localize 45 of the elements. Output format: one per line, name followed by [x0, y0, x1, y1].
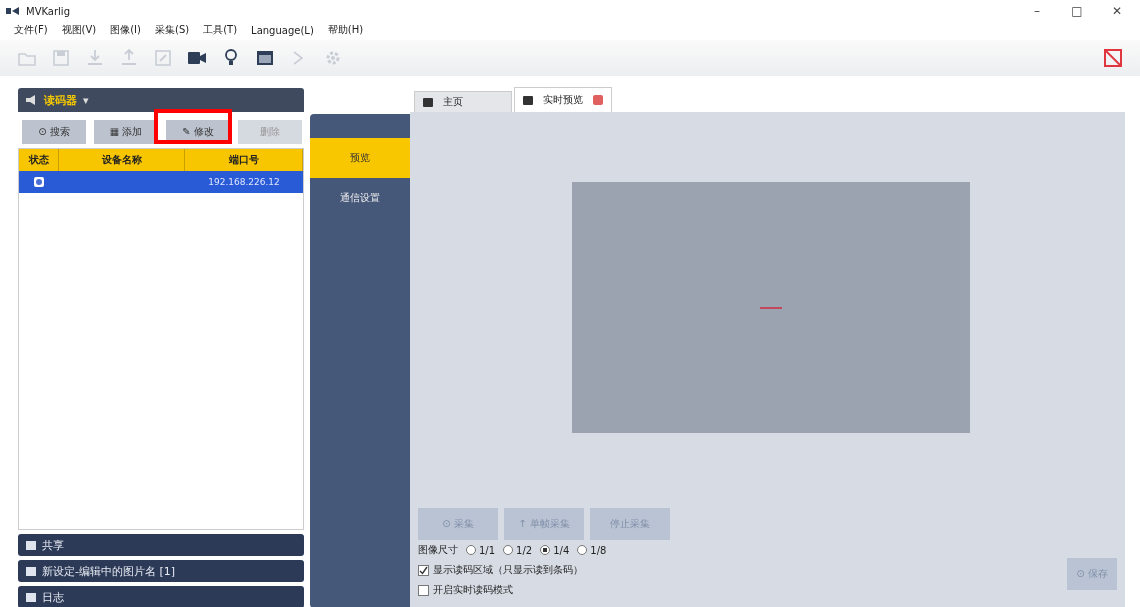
- section-header[interactable]: 日志: [18, 586, 304, 607]
- panel-icon: [26, 592, 36, 602]
- table-cell-text: 192.168.226.12: [207, 176, 281, 189]
- menu-item[interactable]: Language(L): [251, 24, 314, 36]
- window-control[interactable]: ✕: [1100, 4, 1134, 18]
- device-row[interactable]: 192.168.226.12: [19, 171, 303, 193]
- caret-icon[interactable]: ▾: [83, 93, 89, 107]
- panel-icon: [26, 566, 36, 576]
- section-title: 日志: [42, 589, 64, 605]
- tab-label: 主页: [443, 95, 463, 109]
- tab[interactable]: 实时预览: [514, 87, 612, 112]
- section-title: 新设定-编辑中的图片名 [1]: [42, 563, 176, 579]
- checkbox[interactable]: 开启实时读码模式: [418, 580, 670, 600]
- menu-item[interactable]: 视图(V): [61, 23, 97, 37]
- tab-label: 实时预览: [543, 93, 583, 107]
- panel-icon: [26, 540, 36, 550]
- device-icon: [33, 176, 45, 188]
- panel-title: 读码器: [44, 92, 77, 108]
- window-control[interactable]: □: [1060, 4, 1094, 18]
- connection-error-icon[interactable]: [1102, 47, 1124, 69]
- section-header[interactable]: 新设定-编辑中的图片名 [1]: [18, 560, 304, 582]
- speaker-icon: [26, 95, 38, 105]
- window-control[interactable]: –: [1020, 4, 1054, 18]
- app-logo-icon: [6, 6, 20, 16]
- radio-button[interactable]: 1/8: [577, 544, 607, 556]
- window-title: MVKarlig: [26, 5, 70, 17]
- section-title: 共享: [42, 537, 64, 553]
- radio-button[interactable]: 1/1: [466, 544, 496, 556]
- field-label: 图像尺寸: [418, 543, 458, 557]
- menu-item[interactable]: 采集(S): [155, 23, 190, 37]
- checkbox[interactable]: 显示读码区域（只显示读到条码）: [418, 560, 670, 580]
- section-header[interactable]: 共享: [18, 534, 304, 556]
- check-icon: [419, 565, 428, 575]
- menu-item[interactable]: 图像(I): [110, 23, 141, 37]
- close-icon[interactable]: [593, 95, 603, 105]
- menu-item[interactable]: 文件(F): [14, 23, 48, 37]
- toolbar-button[interactable]: ⊙ 搜索: [22, 120, 86, 144]
- panel-header[interactable]: 读码器 ▾: [18, 88, 304, 112]
- tab[interactable]: 主页: [414, 91, 512, 112]
- radio-button[interactable]: 1/2: [503, 544, 533, 556]
- nav-item[interactable]: 通信设置: [310, 178, 410, 218]
- radio-button[interactable]: 1/4: [540, 544, 570, 556]
- nav-item[interactable]: 预览: [310, 138, 410, 178]
- menu-item[interactable]: 工具(T): [203, 23, 238, 37]
- menu-item[interactable]: 帮助(H): [327, 23, 364, 37]
